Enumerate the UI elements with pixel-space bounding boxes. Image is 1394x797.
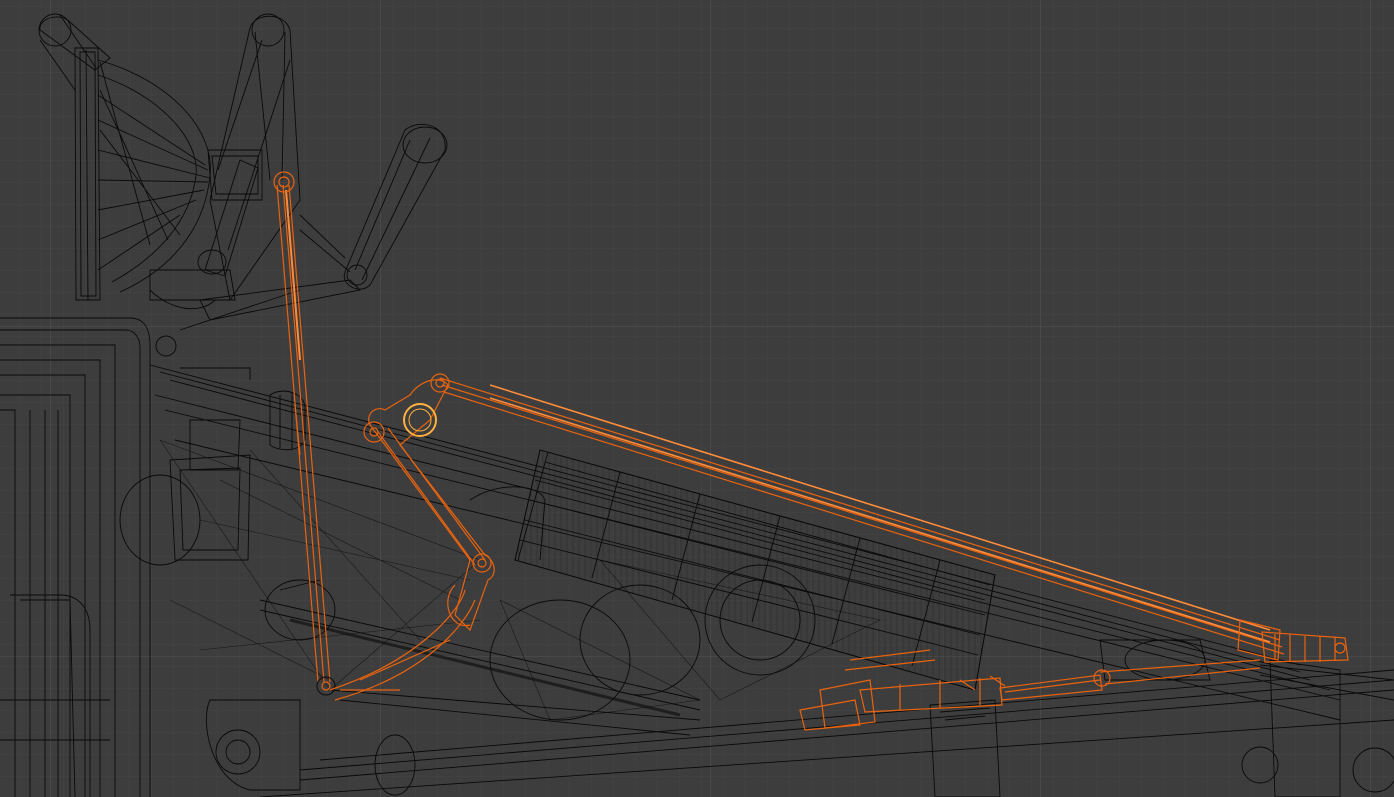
3d-viewport[interactable] bbox=[0, 0, 1394, 797]
